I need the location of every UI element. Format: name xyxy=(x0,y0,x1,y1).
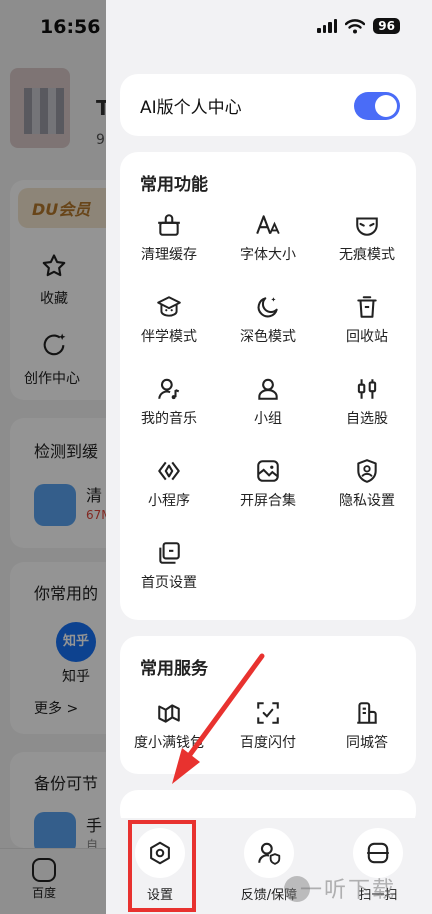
status-icons: 96 xyxy=(317,18,400,34)
func-clear-cache[interactable]: 清理缓存 xyxy=(120,208,218,284)
common-functions-card: 常用功能 清理缓存 字体大小 无痕模式 伴学模式 深色模式 回收站 我的音乐 小… xyxy=(120,152,416,620)
scan-pay-icon xyxy=(257,702,279,724)
music-user-icon xyxy=(158,378,180,400)
mask-icon xyxy=(356,217,378,236)
wifi-icon xyxy=(345,18,366,33)
mini-program-icon xyxy=(158,461,180,481)
home-settings-icon xyxy=(159,542,180,564)
func-study-mode[interactable]: 伴学模式 xyxy=(120,290,218,366)
func-mini-program[interactable]: 小程序 xyxy=(120,454,218,530)
common-services-title: 常用服务 xyxy=(140,659,208,679)
settings-panel: 96 AI版个人中心 常用功能 清理缓存 字体大小 无痕模式 伴学模式 深色模式… xyxy=(106,0,432,914)
func-font-size[interactable]: 字体大小 xyxy=(219,208,317,284)
func-watchlist[interactable]: 自选股 xyxy=(318,372,416,448)
image-collection-icon xyxy=(257,460,279,482)
func-privacy-settings[interactable]: 隐私设置 xyxy=(318,454,416,530)
func-home-settings[interactable]: 首页设置 xyxy=(120,536,218,612)
group-icon xyxy=(258,378,278,400)
scan-icon xyxy=(367,842,389,864)
func-my-music[interactable]: 我的音乐 xyxy=(120,372,218,448)
func-recycle-bin[interactable]: 回收站 xyxy=(318,290,416,366)
broom-icon xyxy=(158,214,180,236)
func-dark-mode[interactable]: 深色模式 xyxy=(219,290,317,366)
privacy-shield-icon xyxy=(357,459,377,483)
moon-icon xyxy=(257,297,278,318)
func-group[interactable]: 小组 xyxy=(219,372,317,448)
wallet-icon xyxy=(158,704,180,723)
feedback-shield-icon xyxy=(258,842,281,865)
building-icon xyxy=(357,702,377,724)
ai-center-label: AI版个人中心 xyxy=(140,98,242,118)
watermark-text: 一听下载 xyxy=(300,878,397,903)
ai-center-card: AI版个人中心 xyxy=(120,74,416,136)
service-flash-pay[interactable]: 百度闪付 xyxy=(219,696,317,772)
func-splash-collection[interactable]: 开屏合集 xyxy=(219,454,317,530)
common-functions-title: 常用功能 xyxy=(140,175,208,195)
ai-center-toggle[interactable] xyxy=(354,92,400,120)
font-size-icon xyxy=(256,215,280,235)
battery-icon: 96 xyxy=(373,18,400,34)
common-services-card: 常用服务 度小满钱包 百度闪付 同城答 xyxy=(120,636,416,774)
trash-icon xyxy=(357,296,377,318)
service-local-answer[interactable]: 同城答 xyxy=(318,696,416,772)
settings-highlight-box xyxy=(128,820,196,912)
graduation-icon xyxy=(157,296,181,317)
signal-icon xyxy=(317,19,338,33)
stock-icon xyxy=(357,379,377,399)
service-wallet[interactable]: 度小满钱包 xyxy=(120,696,218,772)
func-incognito[interactable]: 无痕模式 xyxy=(318,208,416,284)
